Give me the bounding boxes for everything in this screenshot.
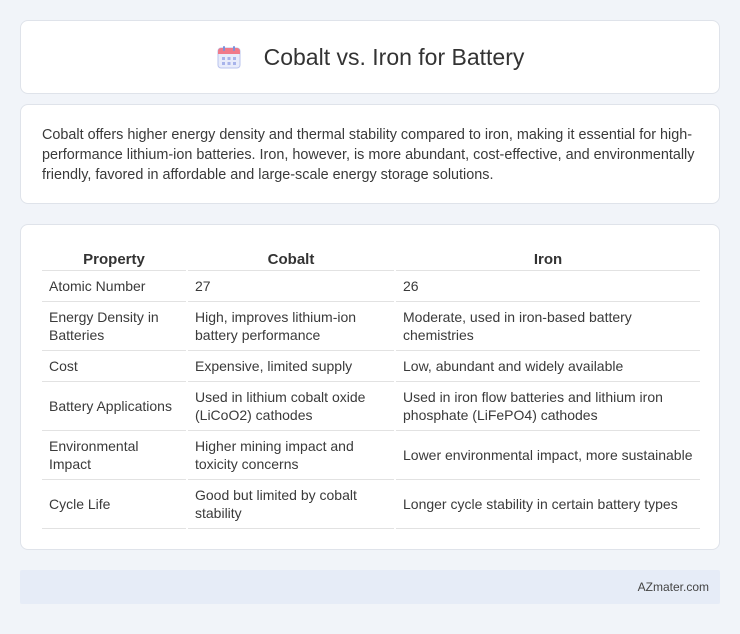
property-cell: Atomic Number <box>42 270 187 302</box>
iron-cell: Used in iron flow batteries and lithium … <box>394 381 700 431</box>
cobalt-cell: Expensive, limited supply <box>186 350 395 382</box>
summary-text: Cobalt offers higher energy density and … <box>42 127 695 183</box>
property-cell: Cycle Life <box>42 479 187 529</box>
property-cell: Battery Applications <box>42 381 187 431</box>
cobalt-cell: High, improves lithium-ion battery perfo… <box>186 301 395 351</box>
table-row: Cycle Life Good but limited by cobalt st… <box>42 479 700 529</box>
table-header-row: Property Cobalt Iron <box>42 245 700 271</box>
header-iron: Iron <box>394 245 700 271</box>
cobalt-cell: Higher mining impact and toxicity concer… <box>186 430 395 480</box>
comparison-table-card: Property Cobalt Iron Atomic Number 27 26… <box>20 224 720 550</box>
cobalt-cell: Used in lithium cobalt oxide (LiCoO2) ca… <box>186 381 395 431</box>
iron-cell: 26 <box>394 270 700 302</box>
property-cell: Cost <box>42 350 187 382</box>
page-title: Cobalt vs. Iron for Battery <box>263 43 525 70</box>
calendar-icon <box>216 44 242 70</box>
table-row: Cost Expensive, limited supply Low, abun… <box>42 350 700 382</box>
table-row: Atomic Number 27 26 <box>42 270 700 302</box>
iron-cell: Longer cycle stability in certain batter… <box>394 479 700 529</box>
iron-cell: Moderate, used in iron-based battery che… <box>394 301 700 351</box>
cobalt-cell: 27 <box>186 270 395 302</box>
comparison-table: Property Cobalt Iron Atomic Number 27 26… <box>42 245 700 529</box>
footer: AZmater.com <box>20 570 720 604</box>
cobalt-cell: Good but limited by cobalt stability <box>186 479 395 529</box>
table-row: Environmental Impact Higher mining impac… <box>42 430 700 480</box>
summary-card: Cobalt offers higher energy density and … <box>20 104 720 204</box>
iron-cell: Lower environmental impact, more sustain… <box>394 430 700 480</box>
table-row: Battery Applications Used in lithium cob… <box>42 381 700 431</box>
footer-site-link[interactable]: AZmater.com <box>638 580 709 594</box>
header-property: Property <box>42 245 187 271</box>
title-card: Cobalt vs. Iron for Battery <box>20 20 720 94</box>
property-cell: Energy Density in Batteries <box>42 301 187 351</box>
header-cobalt: Cobalt <box>186 245 395 271</box>
title-wrap: Cobalt vs. Iron for Battery <box>216 43 525 71</box>
iron-cell: Low, abundant and widely available <box>394 350 700 382</box>
property-cell: Environmental Impact <box>42 430 187 480</box>
table-row: Energy Density in Batteries High, improv… <box>42 301 700 351</box>
